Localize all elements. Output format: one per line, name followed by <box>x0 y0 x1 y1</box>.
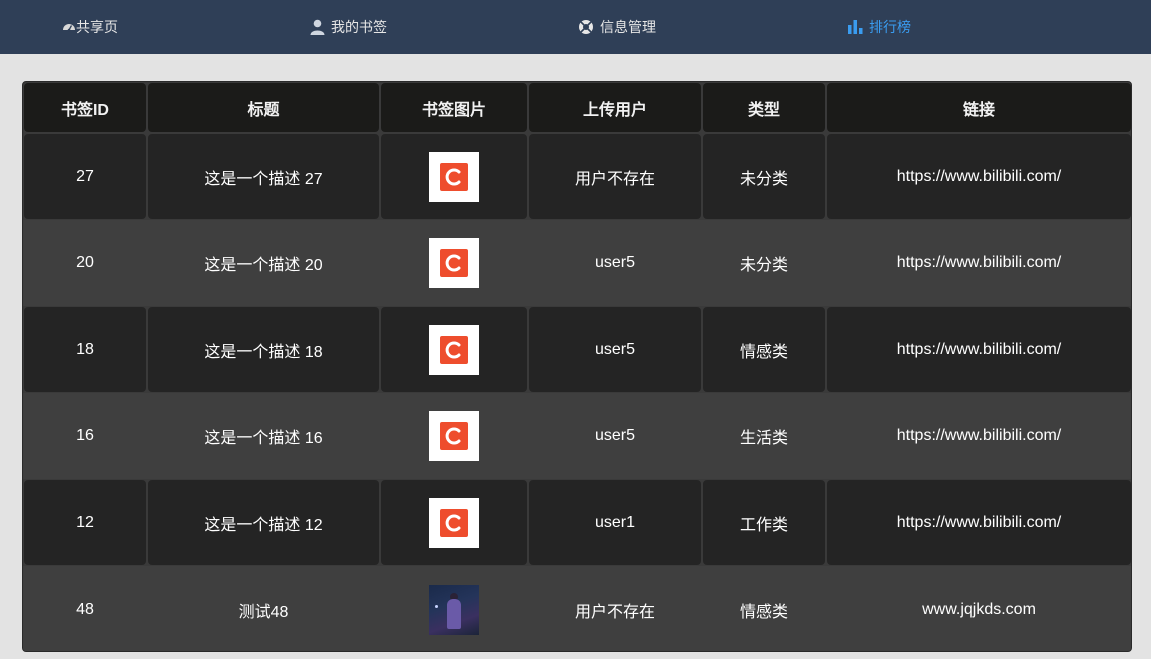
bookmark-thumbnail[interactable] <box>429 411 479 461</box>
c-logo-icon <box>440 249 468 277</box>
bookmark-thumbnail[interactable] <box>429 497 479 548</box>
top-navbar: 共享页 我的书签 信息管理 排行榜 <box>0 0 1151 54</box>
cell-user: 用户不存在 <box>529 134 701 219</box>
bookmark-thumbnail[interactable] <box>429 238 479 288</box>
table-row[interactable]: 27 这是一个描述 27 用户不存在 未分类 https://www.bilibili.… <box>23 133 1131 220</box>
cell-link[interactable]: https://www.bilibili.com/ <box>827 480 1131 565</box>
bar-chart-icon <box>848 20 863 34</box>
cell-image[interactable] <box>381 221 527 305</box>
cell-title: 这是一个描述 12 <box>148 480 379 565</box>
cell-type: 情感类 <box>739 603 788 621</box>
cell-type: 未分类 <box>739 257 788 274</box>
table-row[interactable]: 12 这是一个描述 12 user1 工作类 https://www.bilibili.… <box>23 479 1131 566</box>
cell-link[interactable]: https://www.bilibili.com/ <box>827 307 1131 392</box>
table-row[interactable]: 48 测试48 用户不存在 情感类 www.jqjkds.com <box>23 566 1131 651</box>
bookmark-table: 书签ID 标题 书签图片 上传用户 类型 链接 27 这是一个描述 27 用户不存在 未分类 htt… <box>22 81 1132 652</box>
header-col-link[interactable]: 链接 <box>827 83 1131 132</box>
table-row[interactable]: 18 这是一个描述 18 user5 情感类 https://www.bilibili.… <box>23 306 1131 393</box>
nav-label: 排行榜 <box>869 19 911 35</box>
c-logo-icon <box>440 335 468 364</box>
nav-label: 我的书签 <box>331 19 387 35</box>
cell-id: 16 <box>76 427 94 444</box>
nav-leaderboard[interactable]: 排行榜 <box>848 0 911 54</box>
c-logo-icon <box>440 162 468 191</box>
cell-user: user1 <box>529 480 701 565</box>
cell-id: 27 <box>24 134 146 219</box>
nav-info-management[interactable]: 信息管理 <box>578 0 656 54</box>
cell-id: 12 <box>24 480 146 565</box>
cell-link[interactable]: https://www.bilibili.com/ <box>827 134 1131 219</box>
cell-user: user5 <box>594 427 636 444</box>
header-col-user[interactable]: 上传用户 <box>529 83 701 132</box>
cell-image[interactable] <box>381 307 527 392</box>
cell-type: 工作类 <box>703 480 825 565</box>
c-logo-icon <box>440 422 468 450</box>
nav-label: 共享页 <box>76 19 118 35</box>
c-logo-icon <box>440 508 468 537</box>
table-row[interactable]: 20 这是一个描述 20 user5 未分类 https://www.bilibili.… <box>23 220 1131 306</box>
cell-type: 生活类 <box>739 430 788 447</box>
nav-label: 信息管理 <box>600 19 656 35</box>
bookmark-thumbnail[interactable] <box>429 324 479 375</box>
cell-image[interactable] <box>381 480 527 565</box>
nav-shared-page[interactable]: 共享页 <box>62 0 118 54</box>
cell-title: 这是一个描述 18 <box>148 307 379 392</box>
cell-title: 这是一个描述 16 <box>204 430 323 447</box>
cell-title: 这是一个描述 27 <box>148 134 379 219</box>
dashboard-icon <box>62 20 76 34</box>
cell-id: 20 <box>76 254 94 271</box>
cell-id: 48 <box>76 600 94 618</box>
header-col-title[interactable]: 标题 <box>148 83 379 132</box>
cell-image[interactable] <box>381 394 527 478</box>
cell-image[interactable] <box>381 134 527 219</box>
nav-my-bookmarks[interactable]: 我的书签 <box>310 0 387 54</box>
cell-user: 用户不存在 <box>574 603 655 621</box>
cell-user: user5 <box>529 307 701 392</box>
cell-link[interactable]: https://www.bilibili.com/ <box>827 221 1131 305</box>
cell-title: 测试48 <box>238 603 289 621</box>
cell-id: 18 <box>24 307 146 392</box>
header-col-image[interactable]: 书签图片 <box>381 83 527 132</box>
cell-type: 情感类 <box>703 307 825 392</box>
bookmark-thumbnail[interactable] <box>429 151 479 202</box>
header-col-id[interactable]: 书签ID <box>24 83 146 132</box>
cell-type: 未分类 <box>703 134 825 219</box>
lifebuoy-icon <box>578 19 594 35</box>
header-col-type[interactable]: 类型 <box>703 83 825 132</box>
cell-title: 这是一个描述 20 <box>204 257 323 274</box>
photo-thumbnail[interactable] <box>429 584 479 635</box>
cell-user: user5 <box>594 254 636 271</box>
cell-image[interactable] <box>381 567 527 651</box>
user-icon <box>310 19 325 35</box>
cell-link[interactable]: https://www.bilibili.com/ <box>827 394 1131 478</box>
table-row[interactable]: 16 这是一个描述 16 user5 生活类 https://www.bilibili.… <box>23 393 1131 479</box>
cell-link[interactable]: www.jqjkds.com <box>827 567 1131 651</box>
table-header-row: 书签ID 标题 书签图片 上传用户 类型 链接 <box>23 82 1131 133</box>
